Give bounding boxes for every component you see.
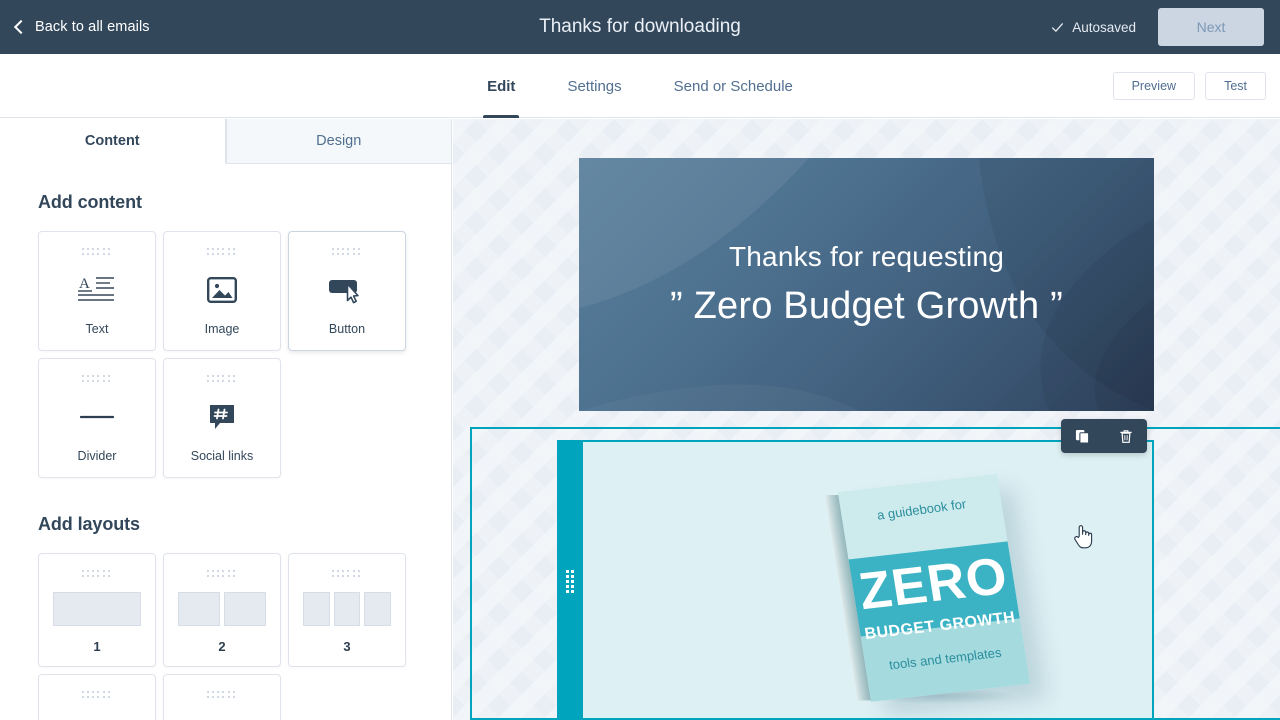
- ebook-cover-image[interactable]: a guidebook for ZERO BUDGET GROWTH tools…: [814, 472, 1064, 712]
- drag-handle-icon[interactable]: [82, 248, 112, 257]
- book-body: a guidebook for ZERO BUDGET GROWTH tools…: [825, 474, 1031, 702]
- content-card-social-links[interactable]: Social links: [163, 358, 281, 478]
- svg-text:A: A: [79, 276, 90, 292]
- preview-button[interactable]: Preview: [1112, 72, 1196, 100]
- top-bar: Back to all emails Thanks for downloadin…: [0, 0, 1280, 54]
- sidebar-tab-design[interactable]: Design: [225, 119, 451, 164]
- social-links-icon: [164, 384, 280, 449]
- hero-banner-module[interactable]: Thanks for requesting ” Zero Budget Grow…: [579, 158, 1154, 411]
- drag-handle-icon[interactable]: [82, 570, 112, 579]
- layout-preview: [289, 579, 405, 639]
- content-sidebar: Content Design Add content A Text Image …: [0, 119, 452, 720]
- email-canvas[interactable]: Thanks for requesting ” Zero Budget Grow…: [453, 119, 1280, 720]
- trash-icon: [1119, 429, 1132, 443]
- hero-text-block: Thanks for requesting ” Zero Budget Grow…: [579, 158, 1154, 411]
- add-content-heading: Add content: [38, 192, 142, 212]
- sidebar-tab-content[interactable]: Content: [0, 119, 226, 164]
- tab-settings[interactable]: Settings: [541, 54, 647, 118]
- back-to-all-emails-link[interactable]: Back to all emails: [13, 0, 150, 54]
- content-card-label: Button: [328, 322, 366, 336]
- back-link-label: Back to all emails: [35, 19, 150, 35]
- layout-card-label: 2: [218, 639, 226, 654]
- add-layouts-grid: 1 2 3: [38, 553, 413, 720]
- duplicate-module-button[interactable]: [1068, 421, 1098, 451]
- layout-card-1[interactable]: 1: [38, 553, 156, 667]
- duplicate-icon: [1075, 429, 1090, 444]
- drag-handle-icon[interactable]: [82, 691, 112, 700]
- layout-card-label: 1: [93, 639, 101, 654]
- text-icon: A: [39, 257, 155, 322]
- button-icon: [289, 257, 405, 322]
- content-card-image[interactable]: Image: [163, 231, 281, 351]
- content-card-text[interactable]: A Text: [38, 231, 156, 351]
- tab-edit[interactable]: Edit: [461, 54, 541, 118]
- drag-handle-icon[interactable]: [332, 570, 362, 579]
- autosaved-label: Autosaved: [1072, 19, 1136, 35]
- pointer-hand-cursor: [1074, 525, 1093, 549]
- test-button[interactable]: Test: [1205, 72, 1266, 100]
- drag-handle-icon[interactable]: [207, 691, 237, 700]
- layout-preview: [164, 700, 280, 720]
- check-icon: [1052, 22, 1064, 32]
- selected-image-module[interactable]: a guidebook for ZERO BUDGET GROWTH tools…: [557, 440, 1154, 720]
- content-card-label: Image: [204, 322, 240, 336]
- content-card-label: Divider: [77, 449, 117, 463]
- delete-module-button[interactable]: [1111, 421, 1141, 451]
- layout-card-2[interactable]: 2: [163, 553, 281, 667]
- drag-handle-icon[interactable]: [207, 570, 237, 579]
- add-content-grid: A Text Image Button Divider Social links: [38, 231, 413, 478]
- add-layouts-heading: Add layouts: [38, 514, 140, 534]
- editor-tab-actions: Preview Test: [1112, 54, 1266, 118]
- drag-handle-icon[interactable]: [332, 248, 362, 257]
- layout-card-4[interactable]: [38, 674, 156, 720]
- image-icon: [164, 257, 280, 322]
- layout-card-5[interactable]: [163, 674, 281, 720]
- module-float-toolbar: [1061, 419, 1147, 453]
- book-face: a guidebook for ZERO BUDGET GROWTH tools…: [837, 474, 1031, 702]
- layout-card-3[interactable]: 3: [288, 553, 406, 667]
- chevron-left-icon: [13, 19, 29, 35]
- content-card-button[interactable]: Button: [288, 231, 406, 351]
- divider-icon: [39, 384, 155, 449]
- sidebar-body: Add content A Text Image Button Divider …: [0, 164, 451, 720]
- editor-tab-bar: Edit Settings Send or Schedule Preview T…: [0, 54, 1280, 118]
- sidebar-tabs: Content Design: [0, 119, 451, 164]
- drag-handle-icon[interactable]: [207, 248, 237, 257]
- module-drag-rail[interactable]: [557, 440, 583, 720]
- content-card-label: Social links: [190, 449, 254, 463]
- hero-line-1: Thanks for requesting: [728, 241, 1004, 272]
- content-card-label: Text: [85, 322, 109, 336]
- hero-line-2: ” Zero Budget Growth ”: [670, 285, 1063, 327]
- editor-tabs: Edit Settings Send or Schedule: [0, 54, 1280, 118]
- top-bar-actions: Autosaved Next: [1051, 0, 1280, 54]
- drag-handle-icon[interactable]: [207, 375, 237, 384]
- layout-preview: [164, 579, 280, 639]
- tab-send-or-schedule[interactable]: Send or Schedule: [648, 54, 819, 118]
- drag-handle-icon[interactable]: [82, 375, 112, 384]
- next-button[interactable]: Next: [1158, 8, 1264, 46]
- layout-preview: [39, 579, 155, 639]
- content-card-divider[interactable]: Divider: [38, 358, 156, 478]
- drag-handle-icon[interactable]: [565, 570, 575, 593]
- layout-card-label: 3: [343, 639, 351, 654]
- autosaved-status: Autosaved: [1051, 20, 1136, 35]
- layout-preview: [39, 700, 155, 720]
